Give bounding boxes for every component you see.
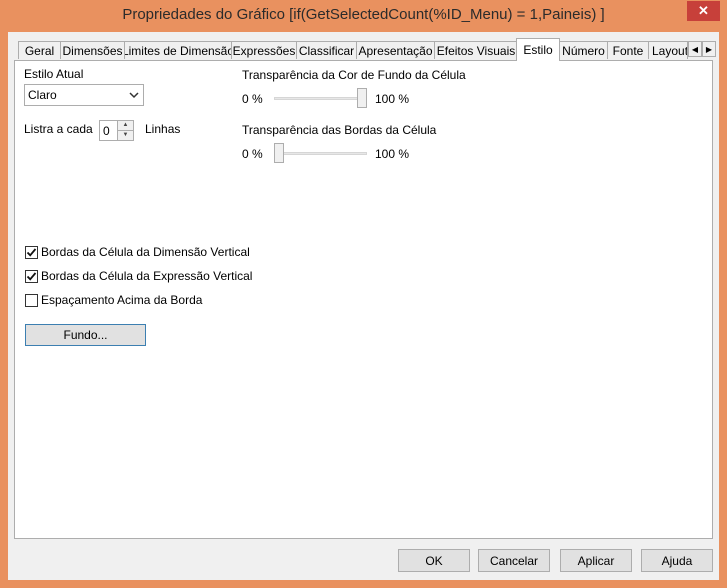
tab-label: Layout [652, 43, 688, 58]
tab-label: Dimensões [62, 43, 123, 58]
tab-classificar[interactable]: Classificar [296, 41, 357, 59]
tab-label: Número [562, 43, 605, 58]
tab-label: Geral [24, 43, 55, 58]
estilo-atual-select[interactable]: Claro [24, 84, 144, 106]
fundo-slider-track[interactable] [274, 97, 367, 100]
listra-spinner[interactable]: ▲ ▼ [117, 120, 134, 141]
ok-button[interactable]: OK [398, 549, 470, 572]
tab-label: Classificar [298, 43, 355, 58]
tab-scroll-left-button[interactable]: ◀ [688, 41, 702, 57]
close-button[interactable]: ✕ [687, 1, 720, 21]
help-button[interactable]: Ajuda [641, 549, 713, 572]
fundo-button-label: Fundo... [63, 328, 108, 342]
arrow-left-icon: ◀ [691, 44, 699, 54]
dialog-window: Propriedades do Gráfico [if(GetSelectedC… [0, 0, 727, 588]
checkbox-label-bordas-expressao: Bordas da Célula da Expressão Vertical [41, 269, 253, 283]
estilo-atual-label: Estilo Atual [24, 67, 84, 81]
title-bar[interactable]: Propriedades do Gráfico [if(GetSelectedC… [0, 0, 727, 32]
spin-up-button[interactable]: ▲ [118, 121, 133, 131]
close-icon: ✕ [698, 3, 709, 18]
listra-value: 0 [103, 124, 110, 138]
tab-label: Apresentação [358, 43, 433, 58]
tab-label: Limites de Dimensão [124, 43, 232, 58]
checkmark-icon [26, 272, 37, 281]
chevron-down-icon [129, 92, 139, 99]
tab-expressoes[interactable]: Expressões [231, 41, 297, 59]
linhas-label: Linhas [145, 122, 181, 136]
dialog-client: Geral Dimensões Limites de Dimensão Expr… [8, 32, 719, 580]
checkbox-label-espacamento: Espaçamento Acima da Borda [41, 293, 203, 307]
fundo-button[interactable]: Fundo... [25, 324, 146, 346]
ok-button-label: OK [425, 553, 443, 568]
checkbox-label-bordas-dimensao: Bordas da Célula da Dimensão Vertical [41, 245, 250, 259]
apply-button-label: Aplicar [577, 553, 615, 568]
tab-apresentacao[interactable]: Apresentação [356, 41, 435, 59]
tab-fonte[interactable]: Fonte [607, 41, 649, 59]
spin-down-button[interactable]: ▼ [118, 131, 133, 141]
checkbox-espacamento[interactable] [25, 294, 38, 307]
tab-layout[interactable]: Layout [648, 41, 688, 59]
estilo-atual-value: Claro [28, 88, 57, 102]
tab-label: Fonte [612, 43, 644, 58]
tab-efeitos-visuais[interactable]: Efeitos Visuais [434, 41, 518, 59]
tab-strip: Geral Dimensões Limites de Dimensão Expr… [14, 38, 716, 62]
listra-input[interactable]: 0 [99, 120, 118, 141]
checkbox-bordas-dimensao[interactable] [25, 246, 38, 259]
checkmark-icon [26, 248, 37, 257]
tab-estilo[interactable]: Estilo [516, 38, 560, 61]
bordas-slider-track[interactable] [274, 152, 367, 155]
arrow-right-icon: ▶ [705, 44, 713, 54]
fundo-max-label: 100 % [375, 92, 410, 106]
tab-limites-de-dimensao[interactable]: Limites de Dimensão [124, 41, 232, 59]
tab-geral[interactable]: Geral [18, 41, 61, 59]
fundo-slider-thumb[interactable] [357, 88, 367, 108]
listra-label: Listra a cada [24, 122, 93, 136]
apply-button[interactable]: Aplicar [560, 549, 632, 572]
tab-label: Estilo [523, 43, 553, 57]
estilo-panel: Estilo Atual Claro Listra a cada 0 ▲ ▼ L… [14, 60, 713, 539]
fundo-min-label: 0 % [242, 92, 263, 106]
bordas-max-label: 100 % [375, 147, 410, 161]
window-title: Propriedades do Gráfico [if(GetSelectedC… [122, 6, 605, 23]
checkbox-bordas-expressao[interactable] [25, 270, 38, 283]
arrow-down-icon: ▼ [122, 132, 129, 139]
cancel-button[interactable]: Cancelar [478, 549, 550, 572]
tab-scroll-right-button[interactable]: ▶ [702, 41, 716, 57]
bordas-min-label: 0 % [242, 147, 263, 161]
bordas-transparency-label: Transparência das Bordas da Célula [242, 123, 437, 137]
arrow-up-icon: ▲ [122, 122, 129, 129]
cancel-button-label: Cancelar [489, 553, 539, 568]
tab-numero[interactable]: Número [559, 41, 608, 59]
tab-label: Expressões [232, 43, 296, 58]
bordas-slider-thumb[interactable] [274, 143, 284, 163]
tab-label: Efeitos Visuais [436, 43, 516, 58]
tab-dimensoes[interactable]: Dimensões [60, 41, 125, 59]
help-button-label: Ajuda [661, 553, 693, 568]
fundo-transparency-label: Transparência da Cor de Fundo da Célula [242, 68, 466, 82]
